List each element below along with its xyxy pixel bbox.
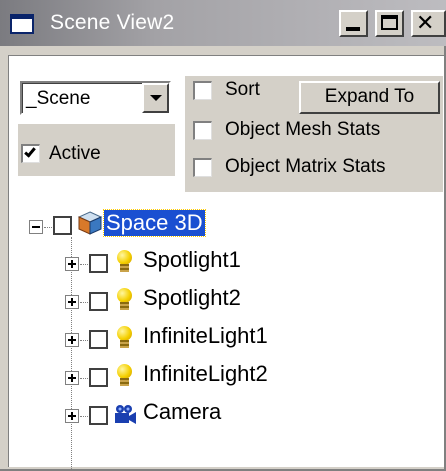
scene-select-dropdown-button[interactable] bbox=[142, 83, 169, 113]
active-label: Active bbox=[49, 143, 101, 164]
active-checkbox[interactable] bbox=[21, 144, 40, 163]
window-title: Scene View2 bbox=[50, 11, 175, 34]
maximize-button[interactable] bbox=[375, 10, 404, 37]
tree-node-checkbox[interactable] bbox=[89, 330, 108, 349]
client-panel: _Scene Active Sort Object Mesh Stats Obj… bbox=[8, 55, 444, 469]
lightbulb-icon bbox=[115, 250, 134, 274]
sort-label: Sort bbox=[225, 79, 260, 100]
tree-node-label: InfiniteLight1 bbox=[143, 323, 268, 348]
scene-view-window: Scene View2 ✕ _Scene Active Sort Object … bbox=[0, 0, 446, 471]
minimize-icon bbox=[346, 27, 360, 31]
object-matrix-stats-label: Object Matrix Stats bbox=[225, 156, 386, 177]
camera-icon bbox=[115, 405, 136, 424]
tree-node-label: Spotlight2 bbox=[143, 285, 241, 310]
lightbulb-icon bbox=[115, 288, 134, 312]
tree-node-label-space-3d[interactable]: Space 3D bbox=[103, 209, 206, 237]
tree-node-label: Camera bbox=[143, 399, 222, 424]
lightbulb-icon bbox=[115, 364, 134, 388]
scene-select-value: _Scene bbox=[26, 88, 91, 109]
cube-icon bbox=[77, 211, 103, 235]
chevron-down-icon bbox=[150, 95, 162, 101]
minimize-button[interactable] bbox=[339, 10, 368, 37]
tree-root-checkbox[interactable] bbox=[53, 216, 72, 235]
lightbulb-icon bbox=[115, 326, 134, 350]
window-icon bbox=[10, 14, 34, 34]
expand-toggle[interactable] bbox=[65, 371, 79, 385]
tree-node-checkbox[interactable] bbox=[89, 406, 108, 425]
expand-toggle[interactable] bbox=[65, 333, 79, 347]
close-button[interactable]: ✕ bbox=[411, 10, 446, 37]
object-mesh-stats-checkbox[interactable] bbox=[193, 121, 212, 140]
root-collapse-toggle[interactable] bbox=[29, 220, 43, 234]
expand-toggle[interactable] bbox=[65, 257, 79, 271]
tree-node-label: InfiniteLight2 bbox=[143, 361, 268, 386]
tree-node-checkbox[interactable] bbox=[89, 254, 108, 273]
maximize-icon bbox=[381, 15, 398, 30]
tree-node-checkbox[interactable] bbox=[89, 368, 108, 387]
expand-to-button[interactable]: Expand To bbox=[299, 81, 440, 114]
tree-node-label: Spotlight1 bbox=[143, 247, 241, 272]
sort-checkbox[interactable] bbox=[193, 81, 212, 100]
object-matrix-stats-checkbox[interactable] bbox=[193, 158, 212, 177]
active-group: Active bbox=[18, 124, 175, 176]
expand-toggle[interactable] bbox=[65, 409, 79, 423]
tree-node-checkbox[interactable] bbox=[89, 292, 108, 311]
scene-select[interactable]: _Scene bbox=[20, 81, 171, 115]
expand-toggle[interactable] bbox=[65, 295, 79, 309]
close-icon: ✕ bbox=[416, 11, 435, 36]
checkmark-icon bbox=[24, 145, 36, 158]
object-mesh-stats-label: Object Mesh Stats bbox=[225, 119, 381, 140]
title-bar[interactable]: Scene View2 ✕ bbox=[0, 0, 446, 46]
